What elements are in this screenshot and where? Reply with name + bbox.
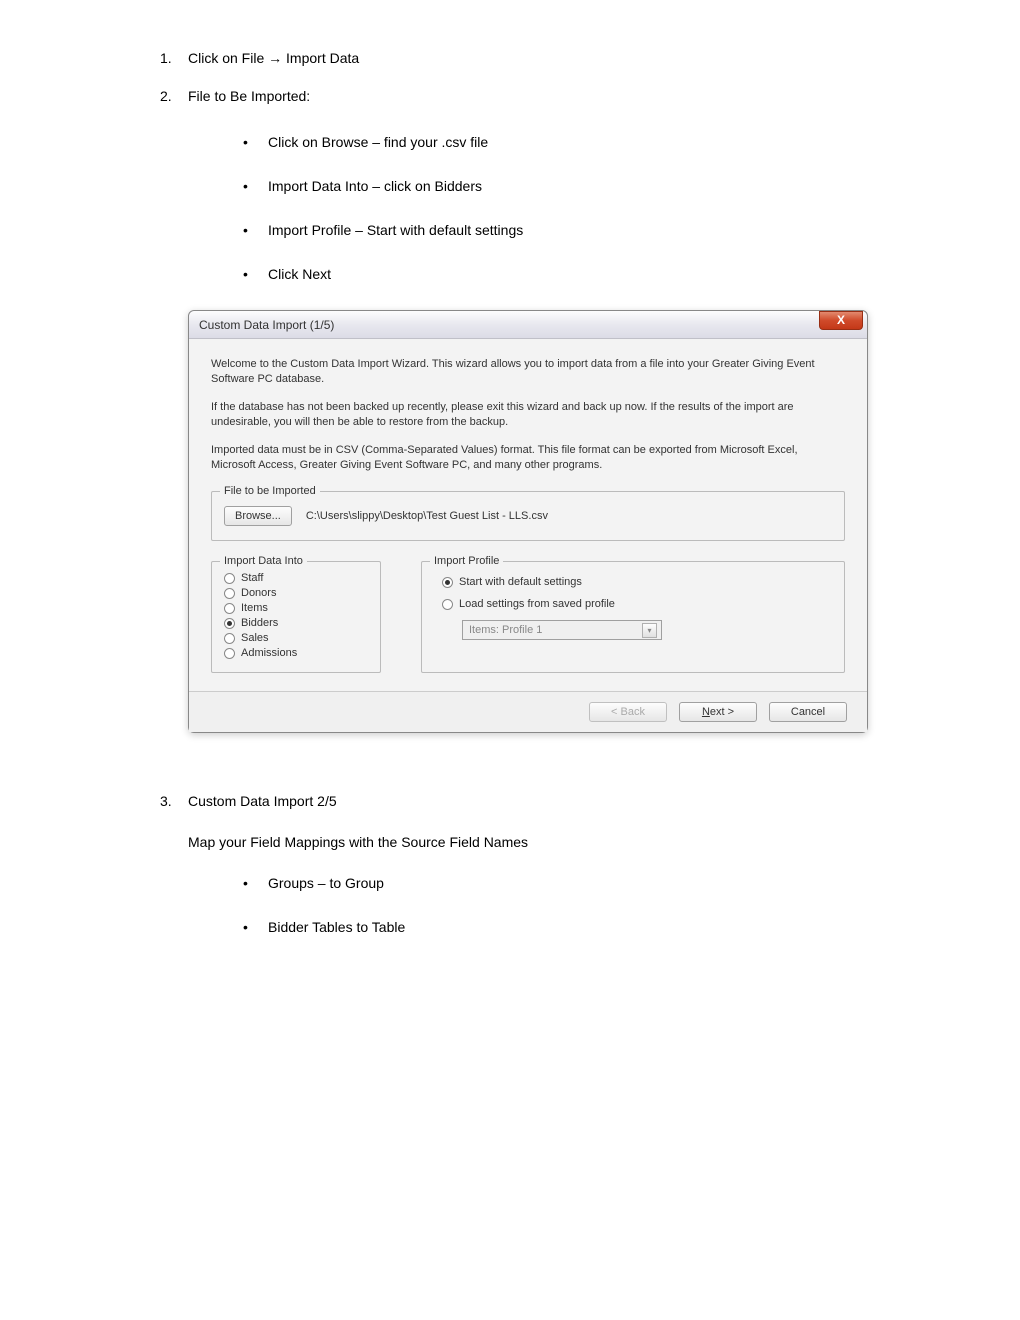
close-button[interactable]: X — [819, 311, 863, 330]
radio-bidders[interactable]: Bidders — [224, 617, 368, 629]
browse-button[interactable]: Browse... — [224, 506, 292, 526]
step-1: 1. Click on File → Import Data — [160, 50, 860, 66]
arrow-icon: → — [268, 50, 282, 66]
radio-icon — [224, 603, 235, 614]
step-text-prefix: Click on File — [188, 50, 268, 66]
radio-label: Staff — [241, 572, 263, 584]
bullet-item: • Click Next — [243, 266, 868, 282]
radio-icon — [442, 577, 453, 588]
bullet-text: Bidder Tables to Table — [268, 919, 405, 935]
intro-paragraph-1: Welcome to the Custom Data Import Wizard… — [211, 357, 845, 388]
next-label-suffix: ext > — [710, 706, 734, 718]
profile-select[interactable]: Items: Profile 1 ▾ — [462, 620, 662, 640]
file-path-text: C:\Users\slippy\Desktop\Test Guest List … — [306, 510, 548, 522]
fieldset-legend: Import Profile — [430, 555, 503, 567]
import-profile-fieldset: Import Profile Start with default settin… — [421, 561, 845, 673]
bullet-item: • Click on Browse – find your .csv file — [243, 134, 868, 150]
radio-label: Sales — [241, 632, 269, 644]
radio-admissions[interactable]: Admissions — [224, 647, 368, 659]
radio-donors[interactable]: Donors — [224, 587, 368, 599]
bullet-icon: • — [243, 222, 268, 238]
bullet-icon: • — [243, 134, 268, 150]
bullet-item: • Bidder Tables to Table — [243, 919, 860, 935]
back-button[interactable]: < Back — [589, 702, 667, 722]
radio-label: Items — [241, 602, 268, 614]
bullet-item: • Groups – to Group — [243, 875, 860, 891]
intro-paragraph-2: If the database has not been backed up r… — [211, 400, 845, 431]
dialog-screenshot: Custom Data Import (1/5) X Welcome to th… — [188, 310, 868, 733]
intro-paragraph-3: Imported data must be in CSV (Comma-Sepa… — [211, 443, 845, 474]
step-3: 3. Custom Data Import 2/5 Map your Field… — [160, 793, 860, 963]
step-content: Custom Data Import 2/5 Map your Field Ma… — [188, 793, 860, 963]
bullet-text: Import Profile – Start with default sett… — [268, 222, 523, 238]
next-button[interactable]: Next > — [679, 702, 757, 722]
bullet-icon: • — [243, 875, 268, 891]
radio-icon — [224, 648, 235, 659]
import-into-fieldset: Import Data Into Staff Donors — [211, 561, 381, 673]
profile-select-value: Items: Profile 1 — [469, 624, 542, 636]
radio-icon — [224, 633, 235, 644]
import-wizard-dialog: Custom Data Import (1/5) X Welcome to th… — [188, 310, 868, 733]
close-icon: X — [837, 313, 845, 327]
dialog-titlebar: Custom Data Import (1/5) X — [189, 311, 867, 339]
radio-label: Admissions — [241, 647, 297, 659]
radio-icon — [224, 573, 235, 584]
step-number: 2. — [160, 88, 188, 771]
bullet-item: • Import Data Into – click on Bidders — [243, 178, 868, 194]
step-content: File to Be Imported: • Click on Browse –… — [188, 88, 868, 771]
radio-staff[interactable]: Staff — [224, 572, 368, 584]
dialog-footer: < Back Next > Cancel — [189, 691, 867, 732]
radio-default-settings[interactable]: Start with default settings — [442, 576, 830, 588]
bullet-text: Import Data Into – click on Bidders — [268, 178, 482, 194]
step-number: 3. — [160, 793, 188, 963]
radio-load-profile[interactable]: Load settings from saved profile — [442, 598, 830, 610]
radio-label: Donors — [241, 587, 276, 599]
dialog-title: Custom Data Import (1/5) — [199, 318, 334, 332]
radio-sales[interactable]: Sales — [224, 632, 368, 644]
radio-icon — [224, 618, 235, 629]
radio-label: Start with default settings — [459, 576, 582, 588]
fieldset-legend: Import Data Into — [220, 555, 307, 567]
dialog-body: Welcome to the Custom Data Import Wizard… — [189, 339, 867, 691]
file-fieldset: File to be Imported Browse... C:\Users\s… — [211, 491, 845, 541]
radio-label: Load settings from saved profile — [459, 598, 615, 610]
step-intro-text: Map your Field Mappings with the Source … — [188, 834, 860, 850]
bullet-icon: • — [243, 178, 268, 194]
bullet-icon: • — [243, 919, 268, 935]
bullet-item: • Import Profile – Start with default se… — [243, 222, 868, 238]
radio-icon — [224, 588, 235, 599]
radio-items[interactable]: Items — [224, 602, 368, 614]
radio-icon — [442, 599, 453, 610]
bullet-text: Click Next — [268, 266, 331, 282]
bullet-text: Click on Browse – find your .csv file — [268, 134, 488, 150]
fieldset-legend: File to be Imported — [220, 485, 320, 497]
step-content: Click on File → Import Data — [188, 50, 860, 66]
radio-label: Bidders — [241, 617, 278, 629]
step-2: 2. File to Be Imported: • Click on Brows… — [160, 88, 860, 771]
bullet-text: Groups – to Group — [268, 875, 384, 891]
step-title: File to Be Imported: — [188, 88, 868, 104]
chevron-down-icon: ▾ — [642, 623, 657, 638]
step-title: Custom Data Import 2/5 — [188, 793, 860, 809]
step-text-suffix: Import Data — [282, 50, 359, 66]
cancel-button[interactable]: Cancel — [769, 702, 847, 722]
step-number: 1. — [160, 50, 188, 66]
bullet-icon: • — [243, 266, 268, 282]
